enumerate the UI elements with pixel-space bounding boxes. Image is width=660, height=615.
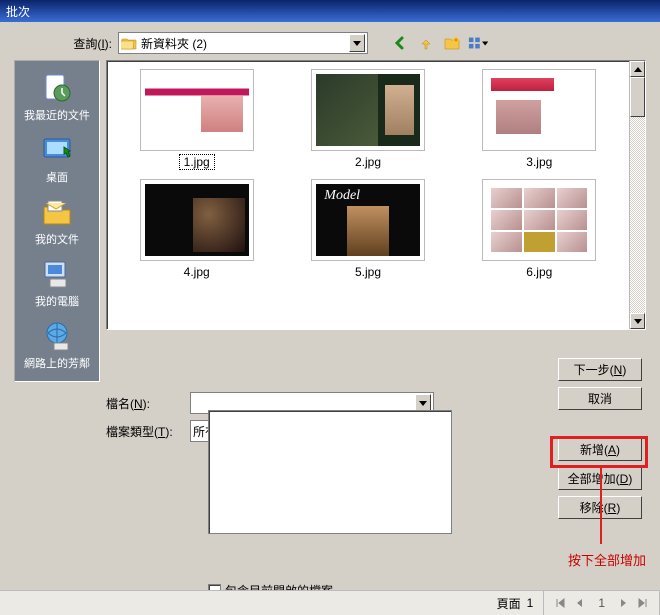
thumbnail-image bbox=[311, 69, 425, 151]
scroll-track[interactable] bbox=[630, 77, 645, 313]
view-menu-icon[interactable] bbox=[468, 33, 488, 53]
scroll-thumb[interactable] bbox=[630, 77, 645, 117]
lookin-combo[interactable]: 新資料夾 (2) bbox=[118, 32, 368, 54]
page-total: 1 bbox=[598, 596, 605, 610]
thumbnail-image bbox=[482, 69, 596, 151]
place-recent[interactable]: 我最近的文件 bbox=[15, 67, 99, 127]
scroll-up-button[interactable] bbox=[630, 61, 645, 77]
file-thumbnail[interactable]: 1.jpg bbox=[113, 69, 280, 169]
filetype-label: 檔案類型(T): bbox=[106, 423, 186, 440]
folder-icon bbox=[121, 36, 137, 50]
new-folder-icon[interactable] bbox=[442, 33, 462, 53]
thumbnail-image bbox=[140, 179, 254, 261]
file-name: 6.jpg bbox=[526, 265, 552, 279]
filename-label: 檔名(N): bbox=[106, 395, 186, 412]
thumbnail-image bbox=[140, 69, 254, 151]
up-icon[interactable] bbox=[416, 33, 436, 53]
place-label: 我的電腦 bbox=[35, 293, 79, 309]
last-page-button[interactable] bbox=[635, 596, 649, 610]
place-label: 桌面 bbox=[46, 169, 68, 185]
prev-page-button[interactable] bbox=[572, 596, 586, 610]
file-name: 5.jpg bbox=[355, 265, 381, 279]
file-name: 4.jpg bbox=[184, 265, 210, 279]
places-bar: 我最近的文件桌面我的文件我的電腦網路上的芳鄰 bbox=[14, 60, 100, 382]
add-all-button[interactable]: 全部增加(D) bbox=[558, 467, 642, 490]
next-button[interactable]: 下一步(N) bbox=[558, 358, 642, 381]
cancel-button[interactable]: 取消 bbox=[558, 387, 642, 410]
vertical-scrollbar[interactable] bbox=[629, 61, 645, 329]
selected-files-list[interactable] bbox=[208, 410, 452, 534]
place-label: 我最近的文件 bbox=[24, 107, 90, 123]
place-label: 我的文件 bbox=[35, 231, 79, 247]
place-desktop[interactable]: 桌面 bbox=[15, 129, 99, 189]
scroll-down-button[interactable] bbox=[630, 313, 645, 329]
window-title: 批次 bbox=[6, 5, 30, 19]
titlebar: 批次 bbox=[0, 0, 660, 22]
annotation-text: 按下全部增加 bbox=[568, 550, 646, 569]
place-mydocs[interactable]: 我的文件 bbox=[15, 191, 99, 251]
page-indicator: 頁面 1 bbox=[487, 591, 545, 615]
file-name: 3.jpg bbox=[526, 155, 552, 169]
file-listing: 1.jpg 2.jpg 3.jpg 4.jpg 5.jpg 6.jpg bbox=[106, 60, 646, 330]
remove-button[interactable]: 移除(R) bbox=[558, 496, 642, 519]
batch-dialog: 批次 查詢(I): 新資料夾 (2) 我最近的文件桌面我的文件我的電腦網路上的芳… bbox=[0, 0, 660, 590]
first-page-button[interactable] bbox=[554, 596, 568, 610]
add-button[interactable]: 新增(A) bbox=[558, 438, 642, 461]
file-thumbnail[interactable]: 4.jpg bbox=[113, 179, 280, 279]
file-name: 1.jpg bbox=[180, 155, 214, 169]
file-thumbnail[interactable]: 3.jpg bbox=[456, 69, 623, 169]
file-thumbnail[interactable]: 2.jpg bbox=[284, 69, 451, 169]
lookin-value: 新資料夾 (2) bbox=[141, 35, 349, 52]
back-icon[interactable] bbox=[390, 33, 410, 53]
thumbnail-image bbox=[311, 179, 425, 261]
file-name: 2.jpg bbox=[355, 155, 381, 169]
place-mycomp[interactable]: 我的電腦 bbox=[15, 253, 99, 313]
place-network[interactable]: 網路上的芳鄰 bbox=[15, 315, 99, 375]
next-page-button[interactable] bbox=[617, 596, 631, 610]
file-thumbnail[interactable]: 6.jpg bbox=[456, 179, 623, 279]
lookin-label: 查詢(I): bbox=[60, 35, 114, 52]
thumbnail-image bbox=[482, 179, 596, 261]
place-label: 網路上的芳鄰 bbox=[24, 355, 90, 371]
file-thumbnail[interactable]: 5.jpg bbox=[284, 179, 451, 279]
dropdown-button[interactable] bbox=[349, 34, 365, 52]
status-bar: 頁面 1 1 bbox=[0, 590, 660, 615]
